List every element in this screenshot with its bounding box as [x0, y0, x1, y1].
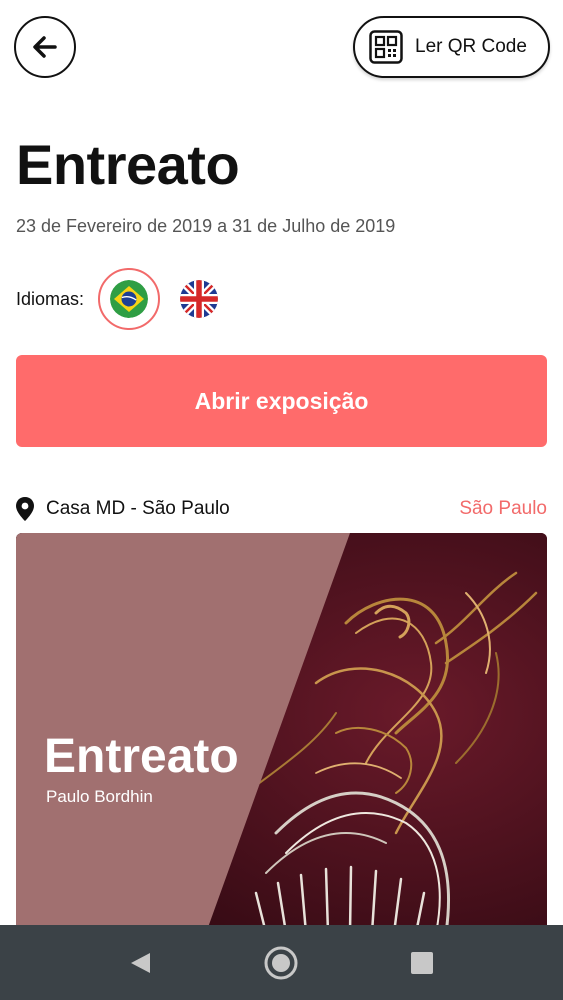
- language-option-pt[interactable]: [98, 268, 161, 330]
- location-pin-icon: [16, 497, 34, 521]
- language-option-en[interactable]: [168, 268, 230, 330]
- qr-code-icon: [369, 30, 403, 64]
- languages-label: Idiomas:: [16, 288, 85, 309]
- read-qr-code-button[interactable]: Ler QR Code: [353, 16, 550, 78]
- cover-title: Entreato: [44, 730, 239, 783]
- system-home-button[interactable]: [246, 925, 316, 1000]
- system-recents-button[interactable]: [387, 925, 457, 1000]
- back-button[interactable]: [14, 16, 76, 78]
- triangle-back-icon: [131, 952, 150, 973]
- language-selector: Idiomas:: [16, 268, 230, 330]
- location-row: Casa MD - São Paulo São Paulo: [14, 494, 547, 524]
- cover-artist: Paulo Bordhin: [46, 787, 153, 806]
- open-exhibition-label: Abrir exposição: [194, 387, 369, 414]
- exhibition-dates: 23 de Fevereiro de 2019 a 31 de Julho de…: [16, 216, 396, 236]
- open-exhibition-button[interactable]: Abrir exposição: [16, 355, 547, 447]
- city-link[interactable]: São Paulo: [459, 498, 547, 520]
- qr-button-label: Ler QR Code: [415, 36, 527, 57]
- system-navigation-bar: [0, 925, 563, 1000]
- brazil-flag-icon: [110, 280, 149, 318]
- uk-flag-icon: [180, 280, 219, 318]
- page-title: Entreato: [16, 133, 240, 196]
- venue-name: Casa MD - São Paulo: [46, 498, 230, 519]
- square-recents-icon: [411, 951, 433, 974]
- system-back-button[interactable]: [105, 925, 175, 1000]
- exhibition-cover-image[interactable]: Entreato Paulo Bordhin: [16, 533, 547, 933]
- circle-home-icon: [264, 946, 298, 979]
- arrow-left-icon: [33, 36, 57, 58]
